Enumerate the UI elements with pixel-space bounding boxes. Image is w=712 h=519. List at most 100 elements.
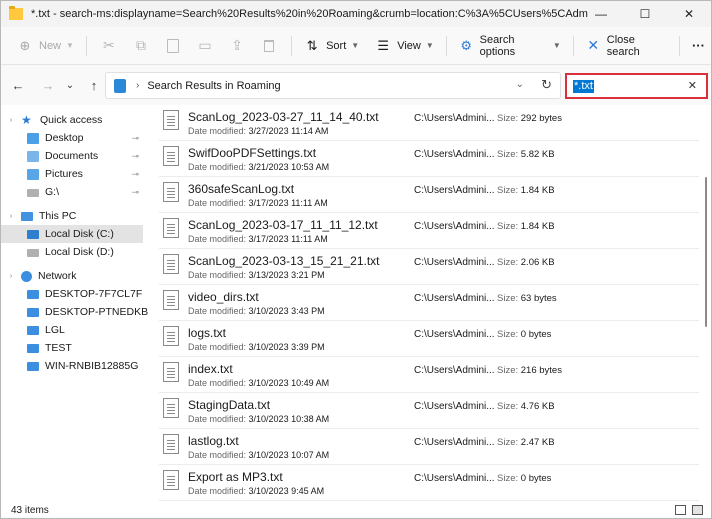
file-location: C:\Users\Admini... <box>414 473 495 484</box>
close-window-button[interactable]: ✕ <box>667 1 711 27</box>
breadcrumb-separator-icon: › <box>136 80 140 91</box>
file-row[interactable]: lastlog.txt Date modified: 3/10/2023 10:… <box>159 429 699 465</box>
computer-icon <box>27 289 39 299</box>
refresh-button[interactable]: ↻ <box>541 77 552 93</box>
text-file-icon <box>163 146 179 166</box>
sidebar-item-network[interactable]: › Network <box>1 267 143 285</box>
file-name: 360safeScanLog.txt <box>188 182 295 196</box>
file-location: C:\Users\Admini... <box>414 329 495 340</box>
sidebar-item-local-disk-c[interactable]: Local Disk (C:) <box>1 225 143 243</box>
computer-icon <box>27 343 39 353</box>
file-row[interactable]: ScanLog_2023-03-27_11_14_40.txt Date mod… <box>159 105 699 141</box>
back-button[interactable]: ← <box>7 72 29 98</box>
expand-icon[interactable]: › <box>1 117 21 124</box>
file-name: video_dirs.txt <box>188 290 259 304</box>
file-row[interactable]: index.txt Date modified: 3/10/2023 10:49… <box>159 357 699 393</box>
sidebar-item-g-drive[interactable]: G:\ ⊸ <box>1 183 143 201</box>
clear-search-icon[interactable]: ✕ <box>688 79 697 92</box>
file-row[interactable]: 360safeScanLog.txt Date modified: 3/17/2… <box>159 177 699 213</box>
share-button[interactable]: ⇪ <box>221 32 253 60</box>
details-view-icon[interactable] <box>675 505 686 515</box>
pin-icon: ⊸ <box>131 132 139 143</box>
navigation-bar: ← → ⌄ ↑ › Search Results in Roaming ⌄ ↻ … <box>1 65 711 105</box>
forward-button[interactable]: → <box>37 72 59 98</box>
text-file-icon <box>163 470 179 490</box>
file-size: Size: 63 bytes <box>497 293 557 304</box>
file-row[interactable]: Export as MP3.txt Date modified: 3/10/20… <box>159 465 699 501</box>
sidebar-item-desktop-7f7cl7f[interactable]: DESKTOP-7F7CL7F <box>1 285 143 303</box>
sidebar-item-win-rnbib12885g[interactable]: WIN-RNBIB12885G <box>1 357 143 375</box>
address-history-button[interactable]: ⌄ <box>516 79 524 90</box>
file-location: C:\Users\Admini... <box>414 185 495 196</box>
close-search-label: Close search <box>606 33 640 58</box>
search-options-label: Search options <box>479 33 516 58</box>
rename-button[interactable]: ▭ <box>189 32 221 60</box>
breadcrumb[interactable]: Search Results in Roaming <box>147 80 280 92</box>
file-row[interactable]: StagingData.txt Date modified: 3/10/2023… <box>159 393 699 429</box>
toolbar-divider <box>445 35 447 56</box>
file-size: Size: 2.47 KB <box>497 437 555 448</box>
more-options-button[interactable]: ··· <box>686 32 711 60</box>
text-file-icon <box>163 218 179 238</box>
recent-locations-button[interactable]: ⌄ <box>59 72 81 98</box>
paste-button[interactable] <box>157 32 189 60</box>
more-icon: ··· <box>691 38 705 53</box>
expand-icon[interactable]: › <box>1 273 21 280</box>
file-location: C:\Users\Admini... <box>414 401 495 412</box>
file-size: Size: 1.84 KB <box>497 221 555 232</box>
maximize-button[interactable]: ☐ <box>623 1 667 27</box>
search-input[interactable]: *.txt ✕ <box>565 73 708 99</box>
item-count: 43 items <box>11 505 49 516</box>
view-button[interactable]: ☰ View ▼ <box>369 32 440 60</box>
file-row[interactable]: video_dirs.txt Date modified: 3/10/2023 … <box>159 285 699 321</box>
sort-label: Sort <box>326 39 347 52</box>
file-name: ScanLog_2023-03-13_15_21_21.txt <box>188 254 380 268</box>
cut-button[interactable]: ✂ <box>93 32 125 60</box>
sidebar-item-this-pc[interactable]: › This PC <box>1 207 143 225</box>
date-modified: Date modified: 3/10/2023 9:45 AM <box>188 486 325 496</box>
sidebar-item-label: WIN-RNBIB12885G <box>45 360 139 372</box>
minimize-button[interactable]: — <box>579 1 623 27</box>
sidebar-item-quick-access[interactable]: › ★ Quick access <box>1 111 143 129</box>
file-row[interactable]: logs.txt Date modified: 3/10/2023 3:39 P… <box>159 321 699 357</box>
file-location: C:\Users\Admini... <box>414 257 495 268</box>
close-icon: ✕ <box>587 37 600 53</box>
close-search-button[interactable]: ✕ Close search <box>580 32 673 60</box>
date-modified: Date modified: 3/27/2023 11:14 AM <box>188 126 329 136</box>
sidebar-item-desktop[interactable]: Desktop ⊸ <box>1 129 143 147</box>
drive-icon <box>27 189 39 197</box>
file-name: SwifDooPDFSettings.txt <box>188 146 317 160</box>
sidebar-item-local-disk-d[interactable]: Local Disk (D:) <box>1 243 143 261</box>
file-row[interactable]: SwifDooPDFSettings.txt Date modified: 3/… <box>159 141 699 177</box>
vertical-scrollbar[interactable] <box>705 177 707 327</box>
sort-button[interactable]: ⇅ Sort ▼ <box>298 32 365 60</box>
command-bar: ⊕ New ▼ ✂ ⧉ ▭ ⇪ ⇅ Sort ▼ ☰ View ▼ ⚙ Sear… <box>1 27 711 65</box>
file-name: ScanLog_2023-03-17_11_11_12.txt <box>188 218 378 232</box>
sidebar-item-pictures[interactable]: Pictures ⊸ <box>1 165 143 183</box>
date-modified: Date modified: 3/13/2023 3:21 PM <box>188 270 325 280</box>
sidebar-item-label: Network <box>38 270 77 282</box>
sidebar-item-desktop-ptnedkb[interactable]: DESKTOP-PTNEDKB <box>1 303 148 321</box>
sidebar-item-lgl[interactable]: LGL <box>1 321 143 339</box>
text-file-icon <box>163 326 179 346</box>
documents-folder-icon <box>27 150 39 162</box>
file-name: Export as MP3.txt <box>188 470 283 484</box>
date-modified: Date modified: 3/10/2023 10:38 AM <box>188 414 330 424</box>
rename-icon: ▭ <box>198 37 212 53</box>
computer-icon <box>21 211 33 221</box>
network-icon <box>21 270 32 282</box>
search-options-button[interactable]: ⚙ Search options ▼ <box>453 32 567 60</box>
copy-button[interactable]: ⧉ <box>125 32 157 60</box>
file-row[interactable]: ScanLog_2023-03-13_15_21_21.txt Date mod… <box>159 249 699 285</box>
delete-button[interactable] <box>253 32 285 60</box>
expand-icon[interactable]: › <box>1 213 21 220</box>
date-modified: Date modified: 3/10/2023 10:49 AM <box>188 378 330 388</box>
sidebar-item-documents[interactable]: Documents ⊸ <box>1 147 143 165</box>
search-query[interactable]: *.txt <box>573 79 594 93</box>
file-row[interactable]: ScanLog_2023-03-17_11_11_12.txt Date mod… <box>159 213 699 249</box>
new-button[interactable]: ⊕ New ▼ <box>11 32 80 60</box>
up-button[interactable]: ↑ <box>83 72 105 98</box>
address-bar[interactable]: › Search Results in Roaming ⌄ ↻ <box>105 72 561 99</box>
tiles-view-icon[interactable] <box>692 505 703 515</box>
sidebar-item-test[interactable]: TEST <box>1 339 143 357</box>
